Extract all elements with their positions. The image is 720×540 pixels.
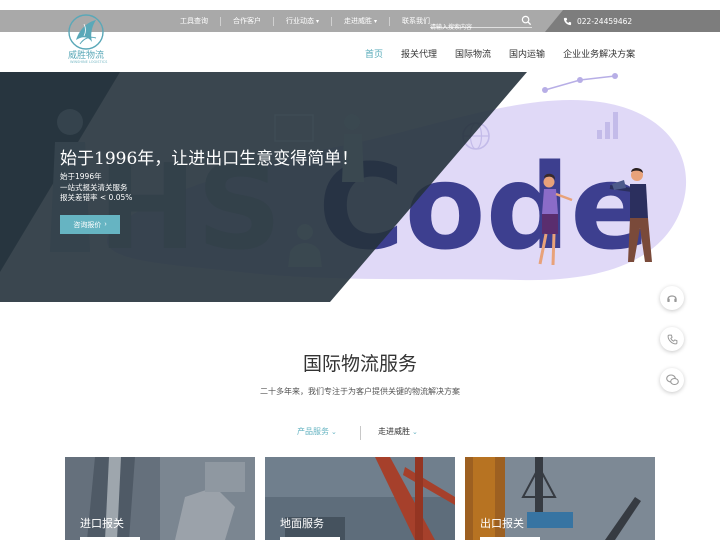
hero-banner: Code HS 始于1996年，让进出口生意变得简单！ 始于1996年 一站式报… — [0, 72, 720, 302]
card-label: 地面服务 — [280, 517, 324, 530]
hero-line: 一站式报关清关服务 — [60, 182, 128, 192]
service-card-ground[interactable]: 地面服务 — [265, 457, 455, 540]
toplink-partners[interactable]: 合作客户 — [221, 16, 274, 26]
call-button[interactable] — [660, 327, 684, 351]
section-subtitle: 二十多年来，我们专注于为客户提供关键的物流解决方案 — [260, 387, 460, 396]
chevron-down-icon: ▾ — [316, 17, 320, 25]
chevron-down-icon: ⌄ — [331, 428, 337, 436]
hero-description: 始于1996年 一站式报关清关服务 报关差错率 < 0.05% — [60, 172, 132, 204]
toplink-tools[interactable]: 工具查询 — [168, 16, 221, 26]
search-icon[interactable] — [521, 15, 532, 26]
tab-products[interactable]: 产品服务 ⌄ — [297, 426, 337, 437]
search-input[interactable] — [430, 20, 518, 35]
phone-icon — [667, 334, 677, 344]
tab-about[interactable]: 走进威胜 ⌄ — [378, 426, 418, 437]
card-label: 出口报关 — [480, 517, 524, 530]
service-card-export[interactable]: 出口报关 — [465, 457, 655, 540]
top-links: 工具查询 合作客户 行业动态 ▾ 走进威胜 ▾ 联系我们 — [168, 10, 442, 32]
nav-item-international[interactable]: 国际物流 — [455, 47, 491, 60]
customer-service-button[interactable] — [660, 286, 684, 310]
hero-title: 始于1996年，让进出口生意变得简单！ — [60, 149, 359, 169]
toplink-news[interactable]: 行业动态 ▾ — [274, 16, 333, 26]
logo-subtitle: WINSHINE LOGISTICS — [70, 60, 108, 64]
section-title: 国际物流服务 — [302, 353, 417, 375]
hero-line: 始于1996年 — [60, 172, 102, 181]
tab-divider — [360, 426, 361, 440]
phone-icon — [563, 17, 572, 25]
hero-line: 报关差错率 < 0.05% — [60, 193, 133, 202]
nav-item-home[interactable]: 首页 — [365, 47, 383, 60]
headset-icon — [667, 295, 677, 302]
card-label: 进口报关 — [80, 517, 124, 530]
main-nav: 首页 报关代理 国际物流 国内运输 企业业务解决方案 — [365, 44, 635, 62]
phone-number: 022-24459462 — [563, 10, 632, 32]
nav-item-customs[interactable]: 报关代理 — [401, 47, 437, 60]
nav-item-solutions[interactable]: 企业业务解决方案 — [563, 47, 635, 60]
nav-item-domestic[interactable]: 国内运输 — [509, 47, 545, 60]
quote-button[interactable]: 咨询报价 › — [60, 215, 120, 234]
chevron-right-icon: › — [104, 221, 107, 228]
service-card-import[interactable]: 进口报关 — [65, 457, 255, 540]
toplink-about[interactable]: 走进威胜 ▾ — [332, 16, 391, 26]
section-tabs: 产品服务 ⌄ 走进威胜 ⌄ — [0, 426, 720, 440]
chevron-down-icon: ▾ — [374, 17, 378, 25]
chevron-down-icon: ⌄ — [412, 428, 418, 436]
search-box — [430, 14, 532, 35]
